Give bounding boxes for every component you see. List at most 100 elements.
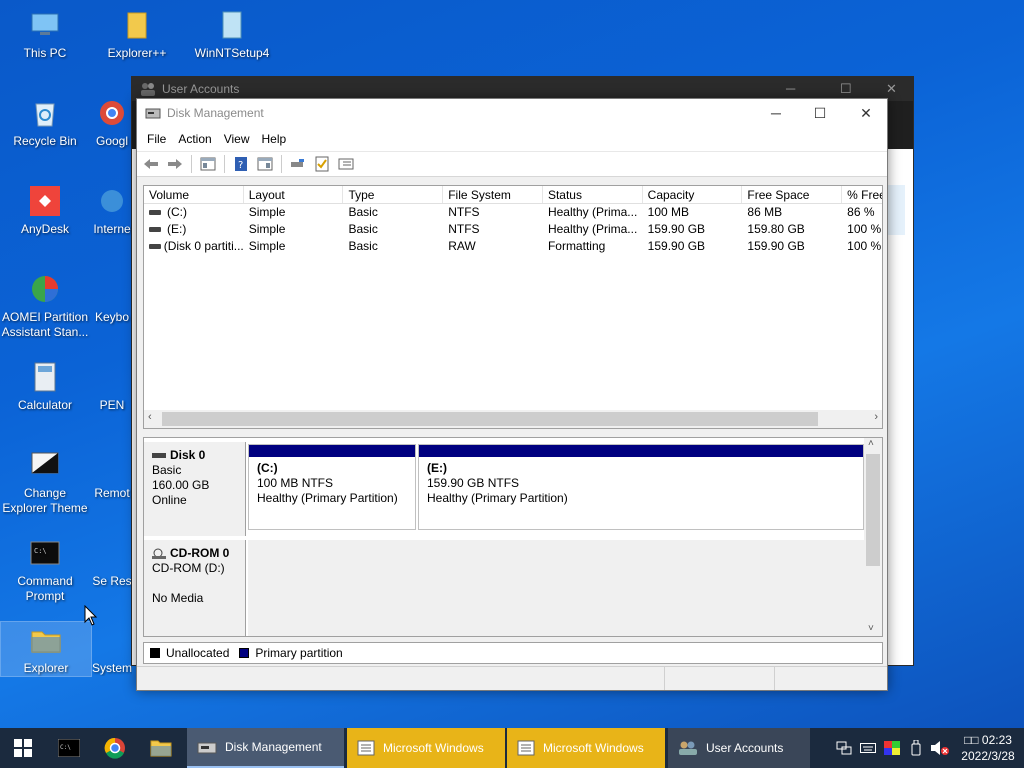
disk-0-row[interactable]: Disk 0 Basic 160.00 GB Online (C:) 100 M… — [144, 442, 866, 536]
menu-action[interactable]: Action — [172, 132, 217, 146]
partition-c[interactable]: (C:) 100 MB NTFS Healthy (Primary Partit… — [248, 444, 416, 530]
users-icon — [679, 741, 697, 755]
desktop-icon-se-res[interactable]: Se Res — [92, 530, 132, 610]
taskbar-chrome[interactable] — [92, 728, 138, 768]
column-status[interactable]: Status — [543, 186, 643, 203]
vertical-scrollbar[interactable]: ˄ ˅ — [864, 438, 882, 636]
cell-free-space: 159.90 GB — [747, 239, 805, 253]
desktop-icon-keyboard[interactable]: Keybo — [92, 266, 132, 346]
volume-tray-icon[interactable] — [928, 728, 952, 768]
scrollbar-thumb[interactable] — [866, 454, 880, 566]
column-capacity[interactable]: Capacity — [643, 186, 743, 203]
menu-bar: File Action View Help — [137, 127, 887, 151]
desktop-icon-internet[interactable]: Interne — [92, 178, 132, 258]
chrome-icon — [95, 96, 129, 130]
desktop-icon-anydesk[interactable]: AnyDesk — [0, 178, 90, 258]
window-titlebar[interactable]: Disk Management ─ ☐ ✕ — [137, 99, 887, 127]
desktop-icon-explorer[interactable]: Explorer — [0, 621, 92, 677]
legend-primary: Primary partition — [255, 646, 343, 660]
connect-disk-button[interactable] — [288, 155, 308, 173]
close-button[interactable]: ✕ — [843, 99, 889, 127]
keyboard-tray-icon[interactable] — [856, 728, 880, 768]
network-tray-icon[interactable] — [832, 728, 856, 768]
legend-unallocated: Unallocated — [166, 646, 230, 660]
start-button[interactable] — [0, 728, 46, 768]
cdrom-0-label[interactable]: CD-ROM 0 CD-ROM (D:) No Media — [144, 540, 246, 636]
minimize-button[interactable]: ─ — [753, 99, 799, 127]
show-hide-console-tree-button[interactable] — [198, 155, 218, 173]
taskbar-button-label: Microsoft Windows — [543, 741, 644, 755]
desktop-icon-pen[interactable]: PEN — [92, 354, 132, 434]
remote-icon — [95, 448, 129, 482]
anydesk-icon — [28, 184, 62, 218]
desktop-icon-label: Command Prompt — [17, 574, 73, 603]
status-bar — [137, 666, 887, 690]
taskbar-disk-management[interactable]: Disk Management — [187, 728, 344, 768]
clock-time: □□ 02:23 — [964, 733, 1012, 747]
column-percent-free[interactable]: % Free — [842, 186, 882, 203]
disk-size: 160.00 GB — [152, 478, 210, 492]
scroll-right-icon[interactable]: › — [874, 411, 878, 423]
usb-tray-icon[interactable] — [904, 728, 928, 768]
minimize-button[interactable]: ─ — [786, 81, 795, 96]
volume-list[interactable]: Volume Layout Type File System Status Ca… — [143, 185, 883, 429]
column-file-system[interactable]: File System — [443, 186, 543, 203]
disk-graphical-view[interactable]: Disk 0 Basic 160.00 GB Online (C:) 100 M… — [143, 437, 883, 637]
desktop-icon-command-prompt[interactable]: C:\ Command Prompt — [0, 530, 90, 610]
taskbar-explorer[interactable] — [138, 728, 184, 768]
display-tray-icon[interactable] — [880, 728, 904, 768]
properties-button[interactable] — [312, 155, 332, 173]
cdrom-0-row[interactable]: CD-ROM 0 CD-ROM (D:) No Media — [144, 540, 866, 636]
partition-e[interactable]: (E:) 159.90 GB NTFS Healthy (Primary Par… — [418, 444, 864, 530]
users-icon — [141, 83, 155, 96]
scroll-down-icon[interactable]: ˅ — [868, 623, 874, 634]
desktop-icon-explorer-plus[interactable]: Explorer++ — [92, 2, 182, 82]
disk-management-window[interactable]: Disk Management ─ ☐ ✕ File Action View H… — [136, 98, 888, 691]
maximize-button[interactable]: ☐ — [797, 99, 843, 127]
taskbar-button-label: User Accounts — [706, 741, 784, 755]
disk-media: No Media — [152, 591, 204, 605]
view-button[interactable] — [336, 155, 356, 173]
menu-view[interactable]: View — [218, 132, 256, 146]
setup-res-icon — [95, 536, 129, 570]
table-row[interactable]: (Disk 0 partiti... Simple Basic RAW Form… — [144, 238, 882, 255]
back-button[interactable] — [141, 155, 161, 173]
taskbar-command-prompt[interactable]: C:\ — [46, 728, 92, 768]
disk-0-label[interactable]: Disk 0 Basic 160.00 GB Online — [144, 442, 246, 536]
desktop-icon-aomei[interactable]: AOMEI Partition Assistant Stan... — [0, 266, 90, 346]
table-row[interactable]: (E:) Simple Basic NTFS Healthy (Prima...… — [144, 221, 882, 238]
menu-file[interactable]: File — [141, 132, 172, 146]
clock[interactable]: □□ 02:23 2022/3/28 — [952, 732, 1024, 764]
cell-capacity: 100 MB — [647, 205, 690, 219]
taskbar-user-accounts[interactable]: User Accounts — [668, 728, 810, 768]
desktop-icon-recycle-bin[interactable]: Recycle Bin — [0, 90, 90, 170]
desktop-icon-label: This PC — [23, 46, 67, 60]
column-free-space[interactable]: Free Space — [742, 186, 843, 203]
scroll-left-icon[interactable]: ‹ — [148, 411, 152, 423]
desktop-icon-remote[interactable]: Remot — [92, 442, 132, 522]
taskbar-microsoft-windows-2[interactable]: Microsoft Windows — [507, 728, 665, 768]
taskbar-microsoft-windows-1[interactable]: Microsoft Windows — [347, 728, 505, 768]
forward-button[interactable] — [165, 155, 185, 173]
desktop-icon-system[interactable]: System — [92, 622, 132, 676]
desktop-icon-calculator[interactable]: Calculator — [0, 354, 90, 434]
menu-help[interactable]: Help — [256, 132, 293, 146]
pen-icon — [95, 360, 129, 394]
scrollbar-thumb[interactable] — [162, 412, 818, 426]
show-hide-action-pane-button[interactable] — [255, 155, 275, 173]
column-volume[interactable]: Volume — [144, 186, 244, 203]
column-type[interactable]: Type — [343, 186, 444, 203]
horizontal-scrollbar[interactable]: ‹ › — [144, 410, 882, 428]
desktop-icon-google[interactable]: Googl — [92, 90, 132, 170]
desktop-icon-winntsetup[interactable]: WinNTSetup4 — [187, 2, 277, 82]
calculator-icon — [28, 360, 62, 394]
disk-management-icon — [197, 742, 217, 754]
close-button[interactable]: ✕ — [886, 81, 897, 97]
help-button[interactable]: ? — [231, 155, 251, 173]
maximize-button[interactable]: ☐ — [840, 81, 852, 97]
scroll-up-icon[interactable]: ˄ — [868, 438, 874, 449]
table-row[interactable]: (C:) Simple Basic NTFS Healthy (Prima...… — [144, 204, 882, 221]
desktop-icon-change-theme[interactable]: Change Explorer Theme — [0, 442, 90, 522]
desktop-icon-this-pc[interactable]: This PC — [0, 2, 90, 82]
column-layout[interactable]: Layout — [244, 186, 344, 203]
